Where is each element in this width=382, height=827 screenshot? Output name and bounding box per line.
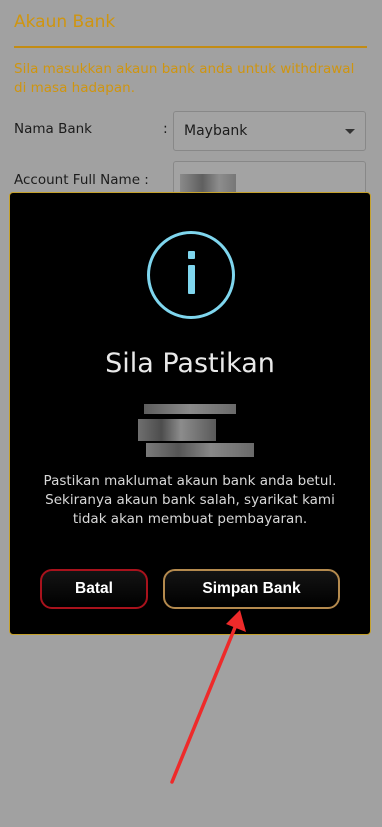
annotation-arrow-icon <box>170 610 246 784</box>
